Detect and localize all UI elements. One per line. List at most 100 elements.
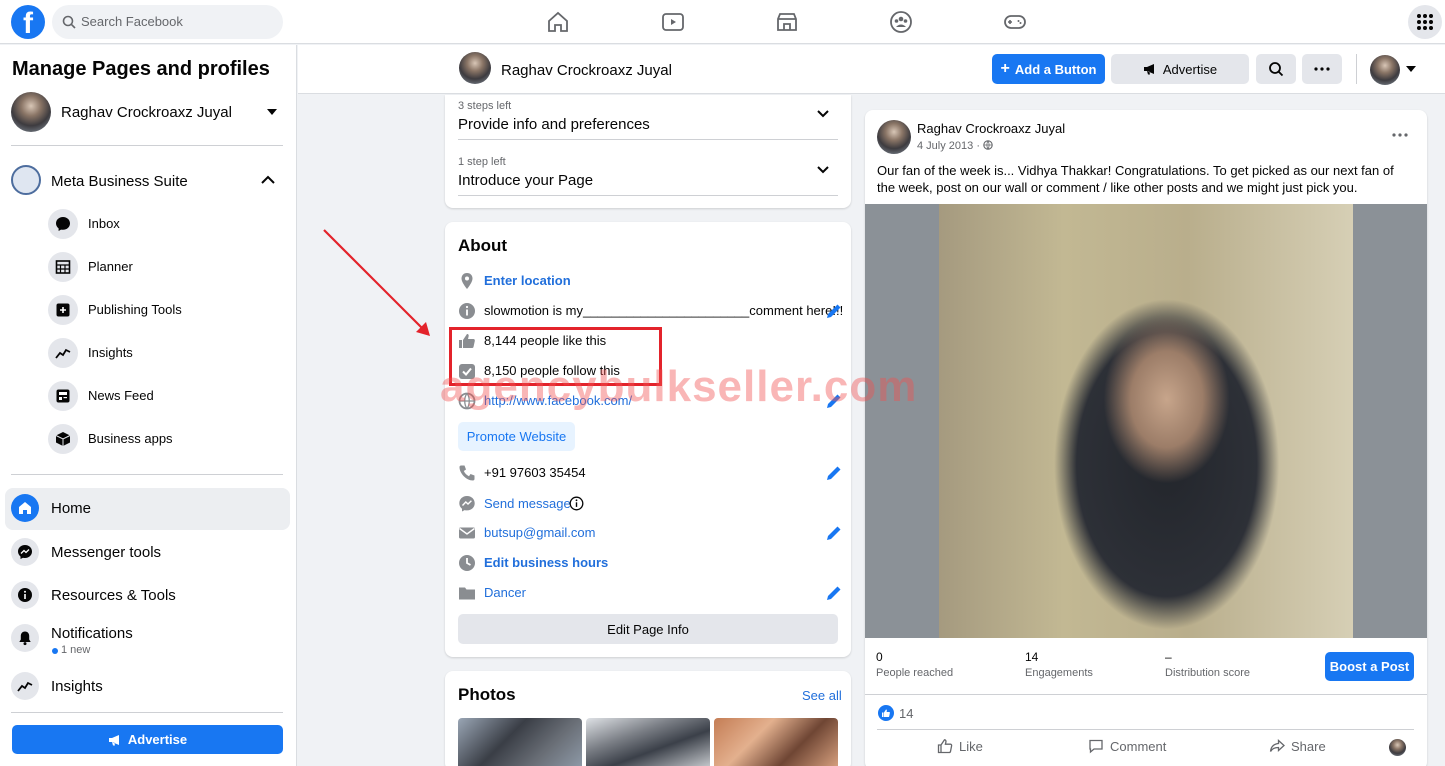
about-category-row[interactable]: Dancer <box>458 582 843 604</box>
phone-number: +91 97603 35454 <box>484 465 586 480</box>
suite-item-label: News Feed <box>88 388 154 403</box>
facebook-logo[interactable]: f <box>11 5 45 40</box>
planner-icon <box>48 252 78 282</box>
suite-item-news-feed[interactable]: News Feed <box>48 381 278 411</box>
see-all-photos-link[interactable]: See all <box>802 688 842 703</box>
pencil-edit-icon[interactable] <box>825 584 843 602</box>
website-link[interactable]: http://www.facebook.com/ <box>484 393 632 408</box>
category-link[interactable]: Dancer <box>484 585 526 600</box>
step-count: 1 step left <box>458 156 506 168</box>
chevron-up-icon[interactable] <box>261 175 275 184</box>
header-divider <box>1356 54 1357 84</box>
post-photo[interactable] <box>939 204 1353 638</box>
add-button-label: Add a Button <box>1014 61 1097 77</box>
post-as-avatar[interactable] <box>1389 739 1406 756</box>
sidebar-item-messenger-tools[interactable]: Messenger tools <box>5 532 290 572</box>
divider <box>11 145 283 146</box>
step-title[interactable]: Provide info and preferences <box>458 116 650 133</box>
page-name[interactable]: Raghav Crockroaxz Juyal <box>501 62 672 79</box>
sidebar-item-resources-tools[interactable]: Resources & Tools <box>5 575 290 615</box>
photo-thumbnail[interactable] <box>458 718 582 766</box>
pencil-edit-icon[interactable] <box>825 464 843 482</box>
sidebar-item-label: Notifications <box>51 625 133 642</box>
about-message-row[interactable]: Send message <box>458 493 843 515</box>
sidebar-item-label: Insights <box>51 678 103 695</box>
about-location-row[interactable]: Enter location <box>458 270 843 292</box>
suite-item-insights[interactable]: Insights <box>48 338 278 368</box>
caret-down-icon[interactable] <box>1406 66 1416 73</box>
location-link[interactable]: Enter location <box>484 273 571 288</box>
bell-icon <box>11 624 39 652</box>
account-avatar[interactable] <box>1370 55 1400 85</box>
email-link[interactable]: butsup@gmail.com <box>484 525 595 540</box>
suite-item-planner[interactable]: Planner <box>48 252 278 282</box>
comment-button[interactable]: Comment <box>1088 738 1166 754</box>
photo-thumbnail[interactable] <box>586 718 710 766</box>
chevron-down-icon[interactable] <box>817 166 829 174</box>
share-button[interactable]: Share <box>1269 738 1326 754</box>
stat-people-reached: 0 People reached <box>876 650 953 679</box>
suite-item-inbox[interactable]: Inbox <box>48 209 278 239</box>
search-box[interactable]: Search Facebook <box>52 5 283 39</box>
like-button[interactable]: Like <box>937 738 983 754</box>
boost-post-button[interactable]: Boost a Post <box>1325 652 1414 681</box>
page-search-button[interactable] <box>1256 54 1296 84</box>
send-message-link[interactable]: Send message <box>484 496 571 511</box>
post-author-name[interactable]: Raghav Crockroaxz Juyal <box>917 121 1065 136</box>
pencil-edit-icon[interactable] <box>825 302 843 320</box>
home-icon <box>11 494 39 522</box>
divider <box>458 195 838 196</box>
gaming-icon[interactable] <box>1003 10 1027 34</box>
page-avatar[interactable] <box>459 52 491 84</box>
sidebar-item-notifications[interactable]: Notifications <box>5 618 290 658</box>
about-hours-row[interactable]: Edit business hours <box>458 552 843 574</box>
comment-icon <box>1089 739 1103 754</box>
caret-down-icon[interactable] <box>266 108 278 116</box>
search-icon <box>1269 62 1284 77</box>
edit-hours-link[interactable]: Edit business hours <box>484 555 608 570</box>
like-reaction-icon[interactable] <box>878 705 894 721</box>
about-website-row[interactable]: http://www.facebook.com/ <box>458 390 843 412</box>
megaphone-icon <box>1143 64 1154 75</box>
step-count: 3 steps left <box>458 100 512 112</box>
add-a-button[interactable]: + Add a Button <box>992 54 1105 84</box>
groups-icon[interactable] <box>889 10 913 34</box>
advertise-button[interactable]: Advertise <box>1111 54 1249 84</box>
suite-item-label: Business apps <box>88 431 173 446</box>
post-date[interactable]: 4 July 2013 · <box>917 140 993 152</box>
more-options-button[interactable] <box>1302 54 1342 84</box>
sidebar-item-insights[interactable]: Insights <box>5 666 290 706</box>
stat-value: – <box>1165 650 1172 664</box>
step-title[interactable]: Introduce your Page <box>458 172 593 189</box>
edit-page-info-button[interactable]: Edit Page Info <box>458 614 838 644</box>
meta-business-suite-label[interactable]: Meta Business Suite <box>51 173 188 190</box>
photo-thumbnail[interactable] <box>714 718 838 766</box>
suite-item-business-apps[interactable]: Business apps <box>48 424 278 454</box>
chevron-down-icon[interactable] <box>817 110 829 118</box>
profile-avatar[interactable] <box>11 92 51 132</box>
pencil-edit-icon[interactable] <box>825 392 843 410</box>
pencil-edit-icon[interactable] <box>825 524 843 542</box>
reaction-count[interactable]: 14 <box>899 706 913 721</box>
plus-icon: + <box>1000 60 1010 77</box>
phone-icon <box>459 465 475 481</box>
business-apps-icon <box>48 424 78 454</box>
search-input[interactable]: Search Facebook <box>81 14 183 29</box>
sidebar-item-home[interactable]: Home <box>5 488 290 530</box>
about-email-row[interactable]: butsup@gmail.com <box>458 522 843 544</box>
promote-website-button[interactable]: Promote Website <box>458 422 575 451</box>
info-outline-icon[interactable] <box>569 496 584 511</box>
sidebar-advertise-button[interactable]: Advertise <box>12 725 283 754</box>
post-author-avatar[interactable] <box>877 120 911 154</box>
home-nav-icon[interactable] <box>546 10 570 34</box>
info-icon <box>11 581 39 609</box>
profile-switcher-name[interactable]: Raghav Crockroaxz Juyal <box>61 104 232 121</box>
marketplace-icon[interactable] <box>775 10 799 34</box>
suite-item-publishing-tools[interactable]: Publishing Tools <box>48 295 278 325</box>
public-globe-icon <box>983 140 993 150</box>
watch-icon[interactable] <box>661 10 685 34</box>
advertise-label: Advertise <box>127 732 188 747</box>
post-more-icon[interactable] <box>1392 133 1408 137</box>
location-pin-icon <box>461 273 473 289</box>
menu-button[interactable] <box>1408 5 1442 39</box>
